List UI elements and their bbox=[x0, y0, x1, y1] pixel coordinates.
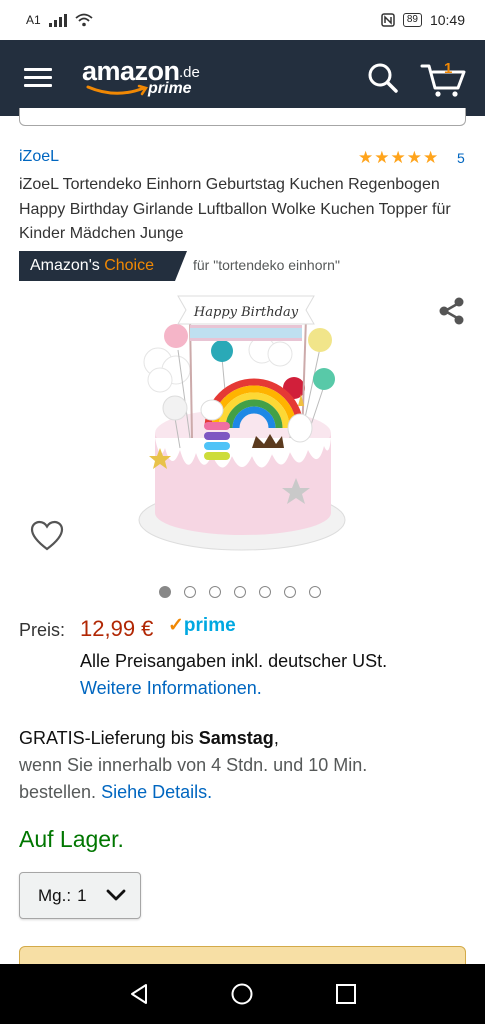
product-title: iZoeL Tortendeko Einhorn Geburtstag Kuch… bbox=[19, 176, 451, 242]
delivery-details-link[interactable]: Siehe Details. bbox=[101, 782, 212, 802]
more-info-link[interactable]: Weitere Informationen. bbox=[80, 678, 262, 699]
logo-prime: prime bbox=[148, 80, 192, 97]
prime-check-icon: ✓ bbox=[168, 615, 184, 636]
star-icon: ★ bbox=[423, 148, 439, 167]
heart-icon[interactable] bbox=[30, 520, 64, 552]
vat-note: Alle Preisangaben inkl. deutscher USt. bbox=[80, 651, 388, 671]
status-left: A1 bbox=[26, 13, 93, 27]
battery-icon: 89 bbox=[402, 13, 422, 27]
prime-badge: ✓prime bbox=[168, 614, 236, 637]
nfc-icon bbox=[381, 13, 395, 27]
status-right: 89 10:49 bbox=[381, 12, 465, 28]
carousel-dot[interactable] bbox=[184, 586, 196, 598]
carousel-dot[interactable] bbox=[234, 586, 246, 598]
logo-smile-icon bbox=[86, 84, 148, 96]
delivery-order-prefix: bestellen. bbox=[19, 782, 97, 802]
cart-icon[interactable]: 1 bbox=[420, 58, 468, 98]
star-icon: ★ bbox=[390, 148, 406, 167]
search-bar-edge[interactable] bbox=[19, 108, 466, 126]
share-icon[interactable] bbox=[437, 296, 467, 326]
carrier-label: A1 bbox=[26, 13, 41, 27]
delivery-date: GRATIS-Lieferung bis Samstag, bbox=[19, 728, 279, 749]
price-label: Preis: bbox=[19, 620, 66, 640]
quantity-label: Mg.: bbox=[38, 885, 72, 905]
star-icon: ★ bbox=[374, 148, 390, 167]
chevron-down-icon bbox=[106, 889, 126, 901]
delivery-prefix: GRATIS-Lieferung bis bbox=[19, 728, 194, 748]
menu-icon[interactable] bbox=[24, 68, 52, 88]
rating-count-link[interactable]: 5 bbox=[457, 150, 465, 166]
prime-label: prime bbox=[183, 615, 236, 636]
carousel-dot[interactable] bbox=[309, 586, 321, 598]
image-carousel-dots bbox=[159, 586, 321, 598]
recent-apps-icon[interactable] bbox=[335, 983, 357, 1005]
delivery-order-line: bestellen. Siehe Details. bbox=[19, 782, 212, 803]
back-icon[interactable] bbox=[128, 983, 150, 1005]
carousel-dot[interactable] bbox=[159, 586, 171, 598]
cake-banner-text: Happy Birthday bbox=[193, 305, 299, 320]
quantity-select[interactable]: Mg.: 1 bbox=[19, 872, 141, 919]
amazons-choice-badge[interactable]: Amazon's Choice bbox=[19, 251, 187, 281]
logo-domain: .de bbox=[179, 64, 200, 81]
signal-icon bbox=[48, 13, 67, 27]
star-icon: ★ bbox=[358, 148, 374, 167]
choice-keyword: für "tortendeko einhorn" bbox=[193, 257, 340, 273]
brand-link[interactable]: iZoeL bbox=[19, 148, 59, 166]
choice-prefix: Amazon's bbox=[30, 257, 100, 274]
quantity-value: 1 bbox=[77, 885, 87, 905]
star-icon: ★ bbox=[406, 148, 422, 167]
home-icon[interactable] bbox=[231, 983, 253, 1005]
cart-count-badge: 1 bbox=[444, 60, 453, 77]
system-navigation-bar bbox=[0, 964, 485, 1024]
delivery-day: Samstag bbox=[198, 728, 274, 748]
clock: 10:49 bbox=[429, 12, 465, 28]
status-bar: A1 89 10:49 bbox=[0, 0, 485, 40]
amazon-prime-logo[interactable]: amazon .de prime bbox=[82, 56, 212, 102]
rating-stars[interactable]: ★ ★ ★ ★ ★ bbox=[358, 149, 438, 167]
carousel-dot[interactable] bbox=[209, 586, 221, 598]
carousel-dot[interactable] bbox=[284, 586, 296, 598]
delivery-cutoff: wenn Sie innerhalb von 4 Stdn. und 10 Mi… bbox=[19, 755, 368, 775]
price-value: 12,99 € bbox=[80, 616, 154, 641]
search-icon[interactable] bbox=[367, 62, 399, 94]
delivery-suffix: , bbox=[273, 728, 279, 748]
choice-highlight: Choice bbox=[104, 257, 155, 274]
top-navigation-bar: amazon .de prime 1 bbox=[0, 40, 485, 116]
stock-status: Auf Lager. bbox=[19, 826, 124, 852]
carousel-dot[interactable] bbox=[259, 586, 271, 598]
wifi-icon bbox=[75, 13, 93, 27]
product-image[interactable]: Happy Birthday bbox=[130, 288, 355, 563]
